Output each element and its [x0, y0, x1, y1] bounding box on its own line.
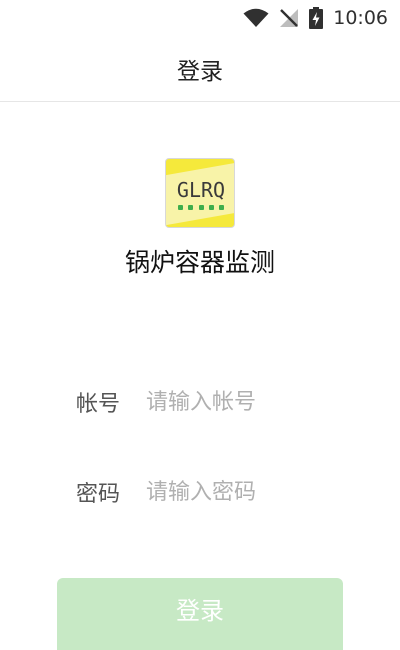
login-screen: 10:06 登录 GLRQ 锅炉容器监测 帐号 密码 登录: [0, 0, 400, 650]
logo-dot: [178, 205, 183, 210]
app-name: 锅炉容器监测: [124, 248, 275, 277]
battery-charging-icon: [309, 7, 324, 29]
wifi-icon: [243, 8, 269, 27]
page-title: 登录: [177, 58, 223, 85]
status-bar: 10:06: [0, 0, 400, 36]
logo-text: GLRQ: [176, 178, 226, 202]
logo-dot: [208, 205, 214, 210]
status-time: 10:06: [333, 7, 388, 29]
logo-dot: [188, 205, 194, 210]
password-row: 密码: [0, 472, 400, 512]
password-input[interactable]: [146, 472, 366, 512]
app-logo: GLRQ: [165, 158, 235, 228]
logo-dot: [198, 205, 204, 210]
logo-dots: [178, 205, 224, 211]
account-label: 帐号: [76, 392, 121, 417]
signal-icon: [280, 9, 299, 27]
account-row: 帐号: [0, 382, 400, 422]
password-label: 密码: [76, 482, 121, 507]
status-icons: 10:06: [243, 5, 388, 31]
account-input[interactable]: [146, 382, 366, 422]
logo-dot: [219, 205, 224, 210]
login-button[interactable]: 登录: [57, 578, 343, 650]
header-bar: 登录: [0, 36, 400, 102]
